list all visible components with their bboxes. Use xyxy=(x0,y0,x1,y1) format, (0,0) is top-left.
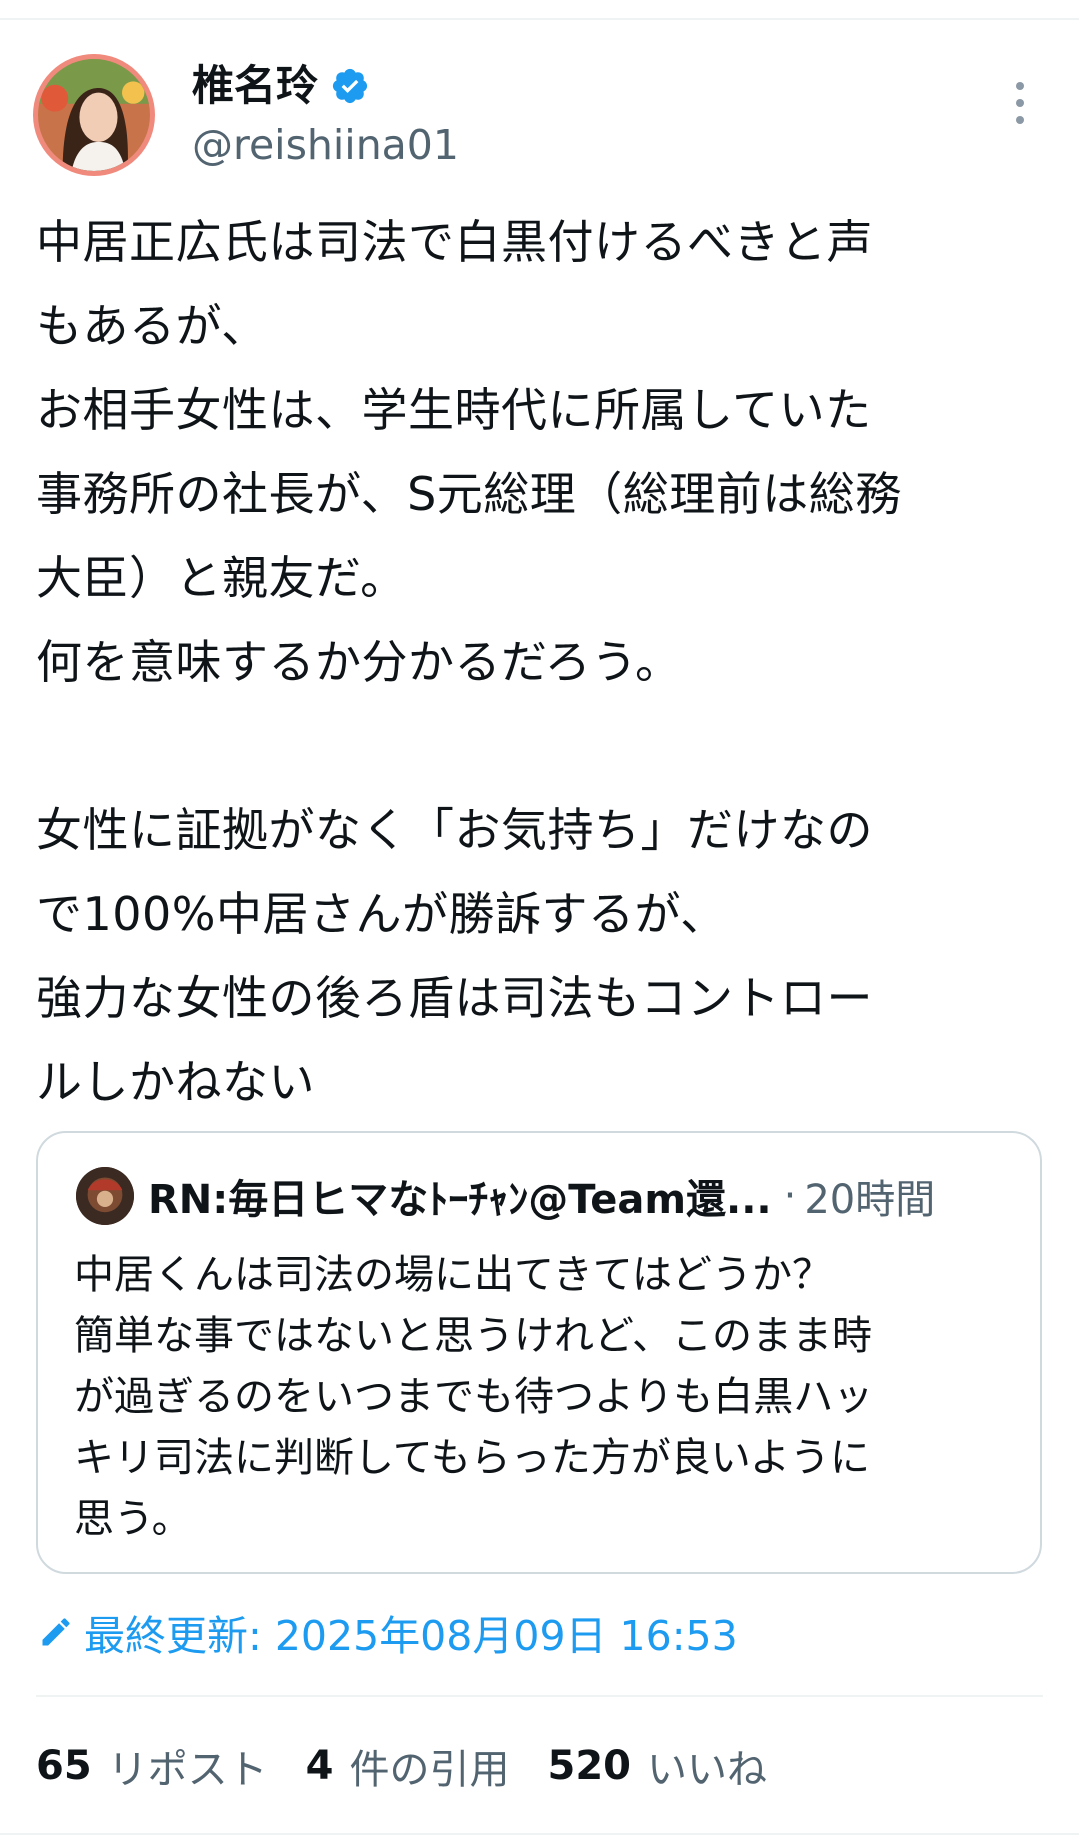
quoted-author-name[interactable]: RN:毎日ヒマなﾄｰﾁｬﾝ@Team還... xyxy=(148,1167,772,1225)
likes-label: いいね xyxy=(647,1747,768,1793)
quotes-label: 件の引用 xyxy=(349,1747,510,1793)
likes-count: 520 xyxy=(547,1743,632,1789)
quoted-separator: · xyxy=(783,1173,797,1219)
more-options-icon[interactable] xyxy=(1000,78,1040,128)
quoted-line: 思う。 xyxy=(74,1496,192,1542)
tweet-line: 事務所の社長が、S元総理（総理前は総務 xyxy=(36,467,902,521)
more-dot xyxy=(1016,99,1024,107)
quoted-line: が過ぎるのをいつまでも待つよりも白黒ハッ xyxy=(74,1374,874,1420)
author-handle[interactable]: @reishiina01 xyxy=(192,118,459,172)
pencil-icon xyxy=(42,1618,70,1646)
author-avatar[interactable] xyxy=(33,54,155,176)
bottom-divider xyxy=(0,1833,1079,1835)
last-edited-link[interactable]: 最終更新: 2025年08月09日 16:53 xyxy=(38,1604,738,1660)
tweet-line: で100%中居さんが勝訴するが、 xyxy=(36,887,727,941)
author-display-name[interactable]: 椎名玲 xyxy=(192,58,370,114)
reposts-count: 65 xyxy=(36,1743,92,1789)
verified-badge-icon xyxy=(332,68,368,104)
quoted-line: キリ司法に判断してもらった方が良いように xyxy=(74,1435,870,1481)
engagement-stats: 65 リポスト 4 件の引用 520 いいね xyxy=(36,1738,805,1794)
tweet-line xyxy=(36,704,1046,788)
quoted-tweet-card[interactable]: RN:毎日ヒマなﾄｰﾁｬﾝ@Team還... · 20時間 中居くんは司法の場に… xyxy=(36,1131,1042,1574)
quoted-line: 中居くんは司法の場に出てきてはどうか？ xyxy=(74,1252,832,1298)
quoted-avatar-photo xyxy=(76,1167,134,1225)
stats-divider xyxy=(36,1695,1043,1697)
quotes-count: 4 xyxy=(305,1743,334,1789)
tweet-line: 中居正広氏は司法で白黒付けるべきと声 xyxy=(36,215,873,269)
reposts-label: リポスト xyxy=(107,1747,268,1793)
quoted-author-avatar[interactable] xyxy=(76,1167,134,1225)
tweet-line: 女性に証拠がなく「お気持ち」だけなの xyxy=(36,803,873,857)
tweet-line: 強力な女性の後ろ盾は司法もコントロー xyxy=(36,971,873,1025)
reposts-stat[interactable]: 65 リポスト xyxy=(36,1737,268,1795)
top-divider xyxy=(0,18,1079,20)
quoted-timestamp[interactable]: 20時間 xyxy=(804,1167,935,1225)
quotes-stat[interactable]: 4 件の引用 xyxy=(306,1737,510,1795)
quoted-tweet-text: 中居くんは司法の場に出てきてはどうか？ 簡単な事ではないと思うけれど、このまま時… xyxy=(74,1245,1014,1550)
quoted-header: RN:毎日ヒマなﾄｰﾁｬﾝ@Team還... · 20時間 xyxy=(148,1167,935,1225)
tweet-line: 何を意味するか分かるだろう。 xyxy=(36,635,682,689)
tweet-line: お相手女性は、学生時代に所属していた xyxy=(36,383,872,437)
tweet-line: 大臣）と親友だ。 xyxy=(36,551,407,605)
more-dot xyxy=(1016,82,1024,90)
more-dot xyxy=(1016,116,1024,124)
last-edited-text: 最終更新: 2025年08月09日 16:53 xyxy=(84,1612,738,1660)
author-name-text[interactable]: 椎名玲 xyxy=(192,58,318,114)
likes-stat[interactable]: 520 いいね xyxy=(548,1737,768,1795)
quoted-line: 簡単な事ではないと思うけれど、このまま時 xyxy=(74,1313,872,1359)
tweet-text: 中居正広氏は司法で白黒付けるべきと声 もあるが、 お相手女性は、学生時代に所属し… xyxy=(36,200,1046,1124)
tweet-line: もあるが、 xyxy=(36,299,268,353)
tweet-line: ルしかねない xyxy=(36,1055,315,1109)
avatar-photo xyxy=(38,59,150,171)
